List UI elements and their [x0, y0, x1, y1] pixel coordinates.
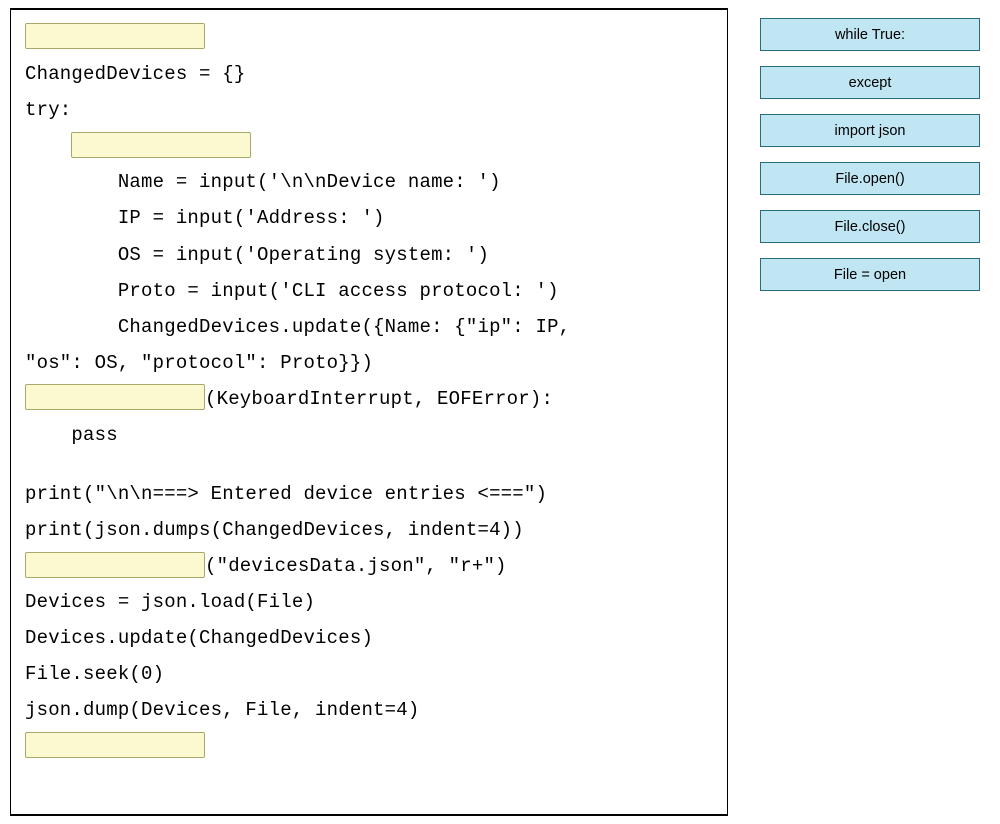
slot-row-1 [25, 20, 715, 56]
drop-slot-2[interactable] [71, 132, 251, 158]
blank-line [25, 453, 715, 476]
drop-slot-5[interactable] [25, 732, 205, 758]
code-line: Devices.update(ChangedDevices) [25, 620, 715, 656]
drop-slot-3[interactable] [25, 384, 205, 410]
code-line: try: [25, 92, 715, 128]
choice-except[interactable]: except [760, 66, 980, 99]
code-fragment: (KeyboardInterrupt, EOFError): [205, 388, 553, 410]
choice-file-close[interactable]: File.close() [760, 210, 980, 243]
choice-while-true[interactable]: while True: [760, 18, 980, 51]
slot-row-3: (KeyboardInterrupt, EOFError): [25, 381, 715, 417]
slot-row-2 [25, 128, 715, 164]
drop-slot-1[interactable] [25, 23, 205, 49]
code-line: Name = input('\n\nDevice name: ') [25, 164, 715, 200]
code-line: OS = input('Operating system: ') [25, 237, 715, 273]
code-line: json.dump(Devices, File, indent=4) [25, 692, 715, 728]
slot-row-5 [25, 729, 715, 765]
choice-import-json[interactable]: import json [760, 114, 980, 147]
exercise-container: ChangedDevices = {} try: Name = input('\… [0, 0, 1000, 824]
choice-file-assign-open[interactable]: File = open [760, 258, 980, 291]
code-line: print("\n\n===> Entered device entries <… [25, 476, 715, 512]
code-line: ChangedDevices = {} [25, 56, 715, 92]
code-line: File.seek(0) [25, 656, 715, 692]
code-line: pass [25, 417, 715, 453]
code-line: Devices = json.load(File) [25, 584, 715, 620]
code-line: "os": OS, "protocol": Proto}}) [25, 345, 715, 381]
slot-row-4: ("devicesData.json", "r+") [25, 548, 715, 584]
code-line: Proto = input('CLI access protocol: ') [25, 273, 715, 309]
code-line: IP = input('Address: ') [25, 200, 715, 236]
code-fragment: ("devicesData.json", "r+") [205, 555, 507, 577]
code-line: print(json.dumps(ChangedDevices, indent=… [25, 512, 715, 548]
code-line: ChangedDevices.update({Name: {"ip": IP, [25, 309, 715, 345]
choices-panel: while True: except import json File.open… [760, 18, 980, 291]
choice-file-open-call[interactable]: File.open() [760, 162, 980, 195]
code-panel: ChangedDevices = {} try: Name = input('\… [10, 8, 728, 816]
drop-slot-4[interactable] [25, 552, 205, 578]
